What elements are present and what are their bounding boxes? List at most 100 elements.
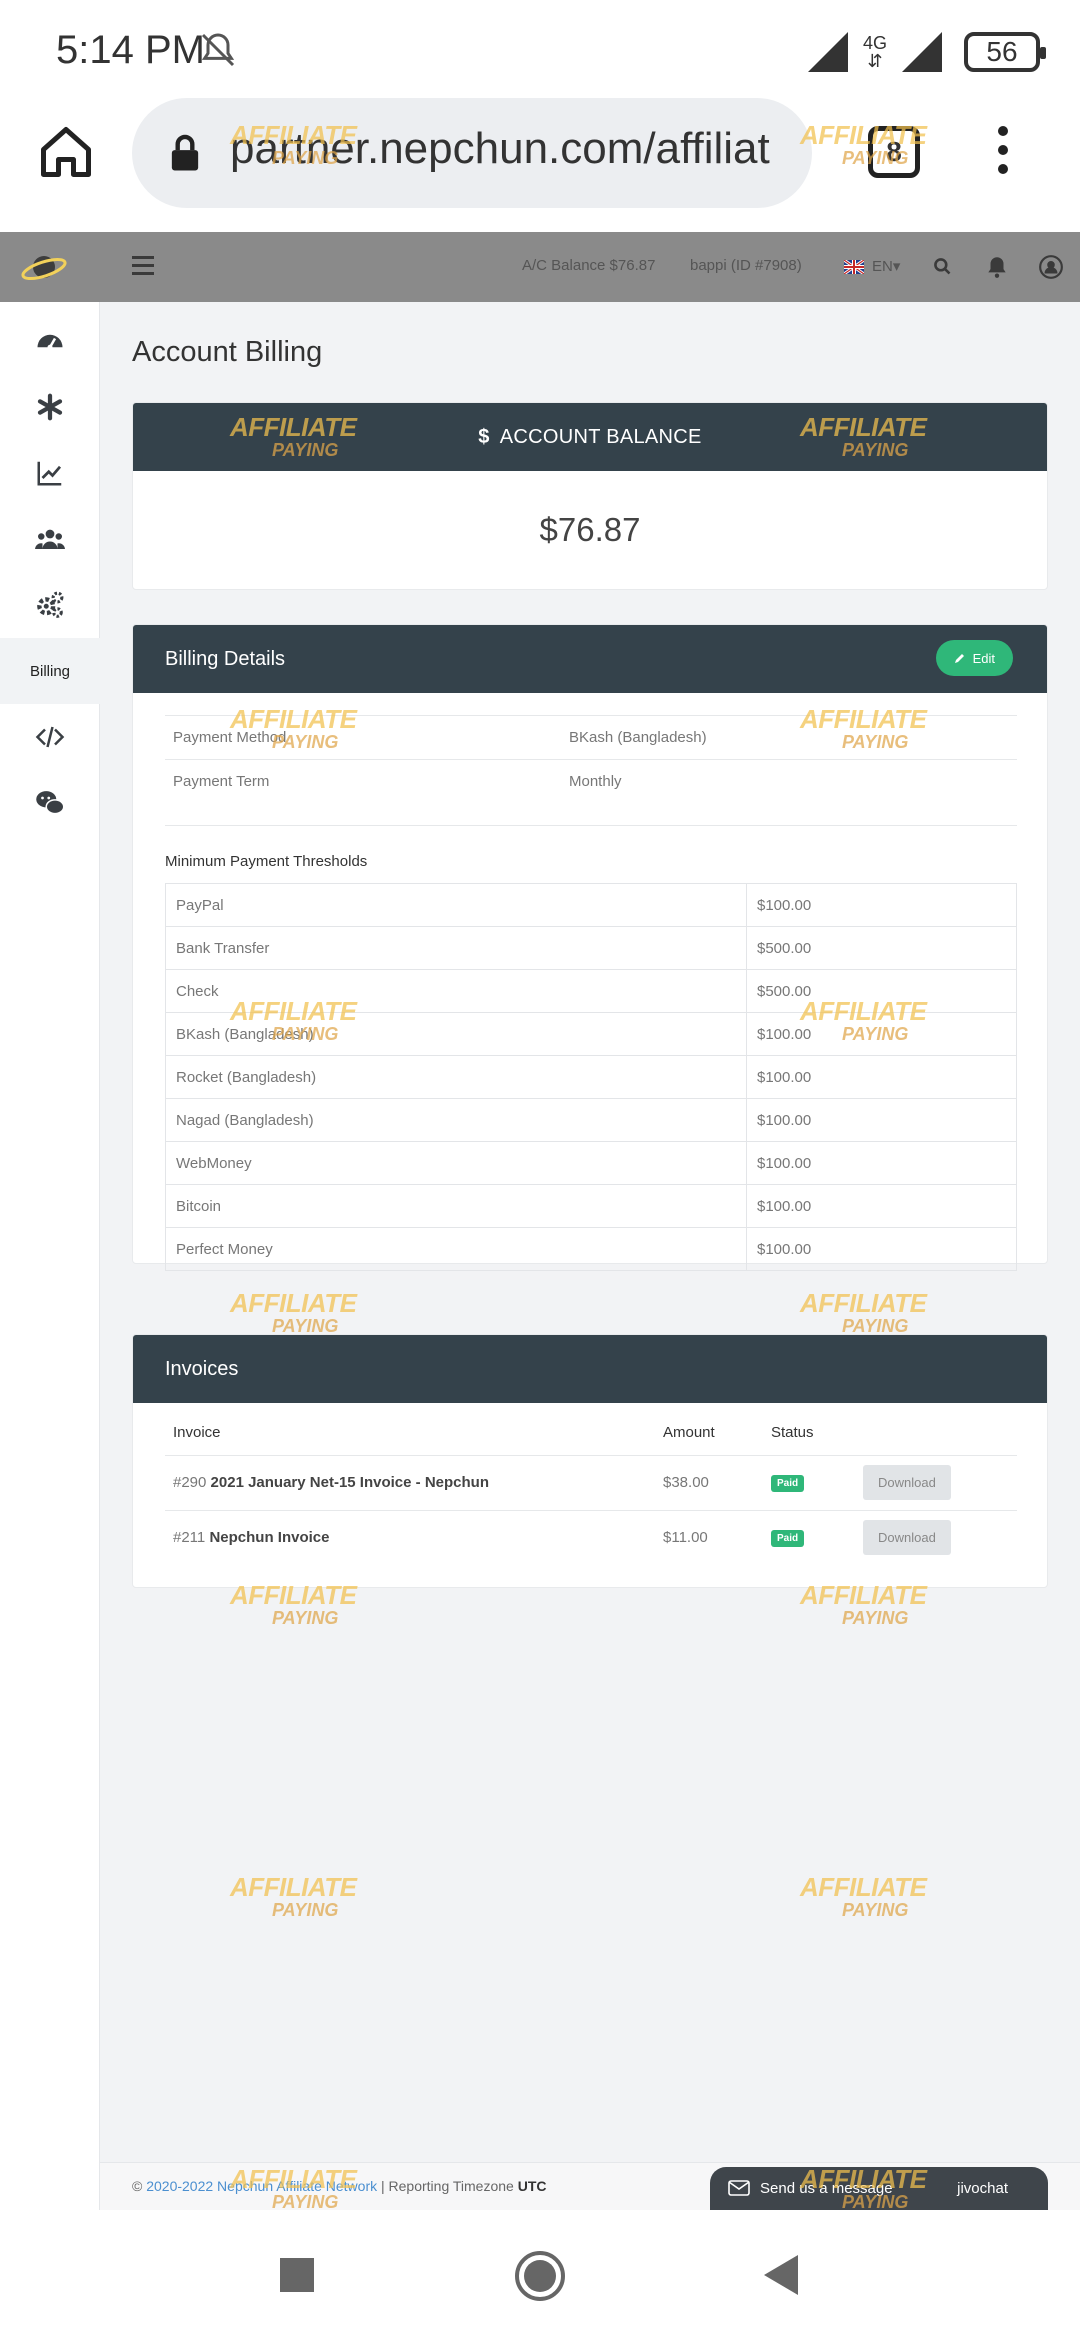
chat-bubbles-icon [36, 791, 65, 815]
sidebar-item-reports[interactable] [0, 440, 100, 506]
footer-timezone: UTC [517, 2178, 547, 2194]
chat-brand: jivochat [957, 2180, 1008, 2197]
back-triangle-icon[interactable] [762, 2254, 800, 2296]
table-row: Nagad (Bangladesh) $100.00 [165, 1098, 1017, 1142]
home-circle-icon[interactable] [514, 2250, 566, 2302]
download-button[interactable]: Download [863, 1520, 951, 1556]
sidebar-item-label: Billing [29, 662, 71, 680]
battery-icon: 56 [964, 32, 1046, 72]
status-cell: Paid [763, 1454, 855, 1510]
account-balance-value: $76.87 [539, 511, 641, 548]
page-title: Account Billing [132, 336, 323, 368]
system-navigation-bar [0, 2210, 1080, 2340]
signal-icon [808, 32, 848, 72]
threshold-amount: $100.00 [746, 1141, 1017, 1185]
table-row: Rocket (Bangladesh) $100.00 [165, 1055, 1017, 1099]
hamburger-menu-icon[interactable] [132, 256, 154, 276]
threshold-method: BKash (Bangladesh) [165, 1012, 747, 1056]
live-chat-button[interactable]: Send us a message jivochat [710, 2167, 1048, 2211]
table-row: PayPal $100.00 [165, 883, 1017, 927]
threshold-amount: $100.00 [746, 1055, 1017, 1099]
search-icon[interactable] [930, 254, 956, 280]
threshold-amount: $100.00 [746, 883, 1017, 927]
invoices-title: Invoices [165, 1357, 239, 1380]
invoice-number: #290 [173, 1474, 207, 1491]
table-row: Bank Transfer $500.00 [165, 926, 1017, 970]
sidebar-item-billing[interactable]: Billing [0, 638, 100, 704]
payment-method-row: Payment Method BKash (Bangladesh) [165, 715, 1017, 759]
threshold-method: PayPal [165, 883, 747, 927]
threshold-method: Bank Transfer [165, 926, 747, 970]
dashboard-gauge-icon [37, 334, 63, 350]
address-bar[interactable]: partner.nepchun.com/affiliat [132, 98, 812, 208]
account-balance-header: $ ACCOUNT BALANCE [133, 403, 1047, 471]
header-user[interactable]: bappi (ID #7908) [690, 257, 802, 274]
threshold-amount: $100.00 [746, 1012, 1017, 1056]
sidebar-item-settings[interactable] [0, 572, 100, 638]
payment-method-label: Payment Method [173, 729, 287, 746]
thresholds-table: PayPal $100.00 Bank Transfer $500.00 Check… [165, 883, 1017, 1271]
table-row: Perfect Money $100.00 [165, 1227, 1017, 1271]
battery-level: 56 [986, 36, 1018, 67]
action-cell: Download [855, 1454, 1017, 1510]
main-content: Account Billing $ ACCOUNT BALANCE $76.87… [100, 302, 1080, 2211]
invoices-card: Invoices Invoice Amount Status #290 2021… [132, 1334, 1048, 1588]
sidebar-item-offers[interactable] [0, 374, 100, 440]
home-icon[interactable] [36, 122, 96, 182]
status-cell: Paid [763, 1509, 855, 1565]
footer-network-link[interactable]: 2020-2022 Nepchun Affiliate Network [146, 2178, 377, 2194]
chat-message-label: Send us a message [760, 2180, 893, 2197]
column-header-invoice: Invoice [173, 1424, 221, 1442]
code-icon [35, 726, 65, 748]
table-row: Check $500.00 [165, 969, 1017, 1013]
table-row: #290 2021 January Net-15 Invoice - Nepch… [165, 1454, 1017, 1510]
dollar-icon: $ [478, 425, 490, 448]
divider [165, 825, 1017, 826]
billing-details-card: Billing Details Edit Payment Method BKas… [132, 624, 1048, 1271]
lock-icon [171, 134, 199, 171]
thresholds-label: Minimum Payment Thresholds [165, 853, 368, 870]
status-badge: Paid [771, 1530, 805, 1548]
sidebar-item-dashboard[interactable] [0, 308, 100, 374]
status-time: 5:14 PM [56, 28, 205, 72]
payment-method-value: BKash (Bangladesh) [569, 729, 707, 746]
threshold-method: Rocket (Bangladesh) [165, 1055, 747, 1099]
footer-text: © 2020-2022 Nepchun Affiliate Network | … [132, 2178, 547, 2194]
download-button[interactable]: Download [863, 1465, 951, 1500]
sidebar: Billing [0, 302, 100, 2210]
sidebar-item-referrals[interactable] [0, 506, 100, 572]
status-badge: Paid [771, 1475, 805, 1492]
status-indicators: 4G ⇵ 56 [804, 24, 1046, 80]
account-balance-title: ACCOUNT BALANCE [499, 425, 702, 448]
invoice-name: Nepchun Invoice [209, 1529, 330, 1547]
envelope-icon [728, 2180, 750, 2196]
page-footer: © 2020-2022 Nepchun Affiliate Network | … [100, 2162, 1080, 2211]
action-cell: Download [855, 1509, 1017, 1565]
invoice-amount: $11.00 [655, 1509, 763, 1565]
bell-muted-icon [201, 33, 235, 67]
language-selector[interactable]: EN▾ [872, 257, 900, 275]
invoice-amount: $38.00 [655, 1454, 763, 1510]
column-header-status: Status [771, 1424, 814, 1442]
payment-term-value: Monthly [569, 773, 622, 790]
sidebar-item-support[interactable] [0, 770, 100, 836]
table-row: WebMoney $100.00 [165, 1141, 1017, 1185]
edit-billing-button[interactable]: Edit [935, 640, 1013, 676]
threshold-amount: $100.00 [746, 1098, 1017, 1142]
invoice-cell: #290 2021 January Net-15 Invoice - Nepch… [165, 1454, 655, 1510]
table-header-row: Invoice Amount Status [165, 1411, 1017, 1455]
browser-menu-icon[interactable] [988, 126, 1018, 182]
invoice-cell: #211 Nepchun Invoice [165, 1509, 655, 1565]
billing-details-title: Billing Details [165, 647, 286, 670]
notification-bell-icon[interactable] [984, 254, 1010, 280]
recent-apps-icon[interactable] [280, 2258, 314, 2292]
planet-logo-icon[interactable] [20, 244, 68, 290]
sidebar-item-tools[interactable] [0, 704, 100, 770]
threshold-amount: $100.00 [746, 1227, 1017, 1271]
threshold-method: Bitcoin [165, 1184, 747, 1228]
edit-label: Edit [972, 650, 995, 666]
user-profile-icon[interactable] [1038, 254, 1064, 280]
line-chart-icon [37, 461, 62, 486]
table-row: #211 Nepchun Invoice $11.00 Paid Downloa… [165, 1509, 1017, 1565]
tab-switcher-button[interactable]: 8 [868, 126, 920, 178]
